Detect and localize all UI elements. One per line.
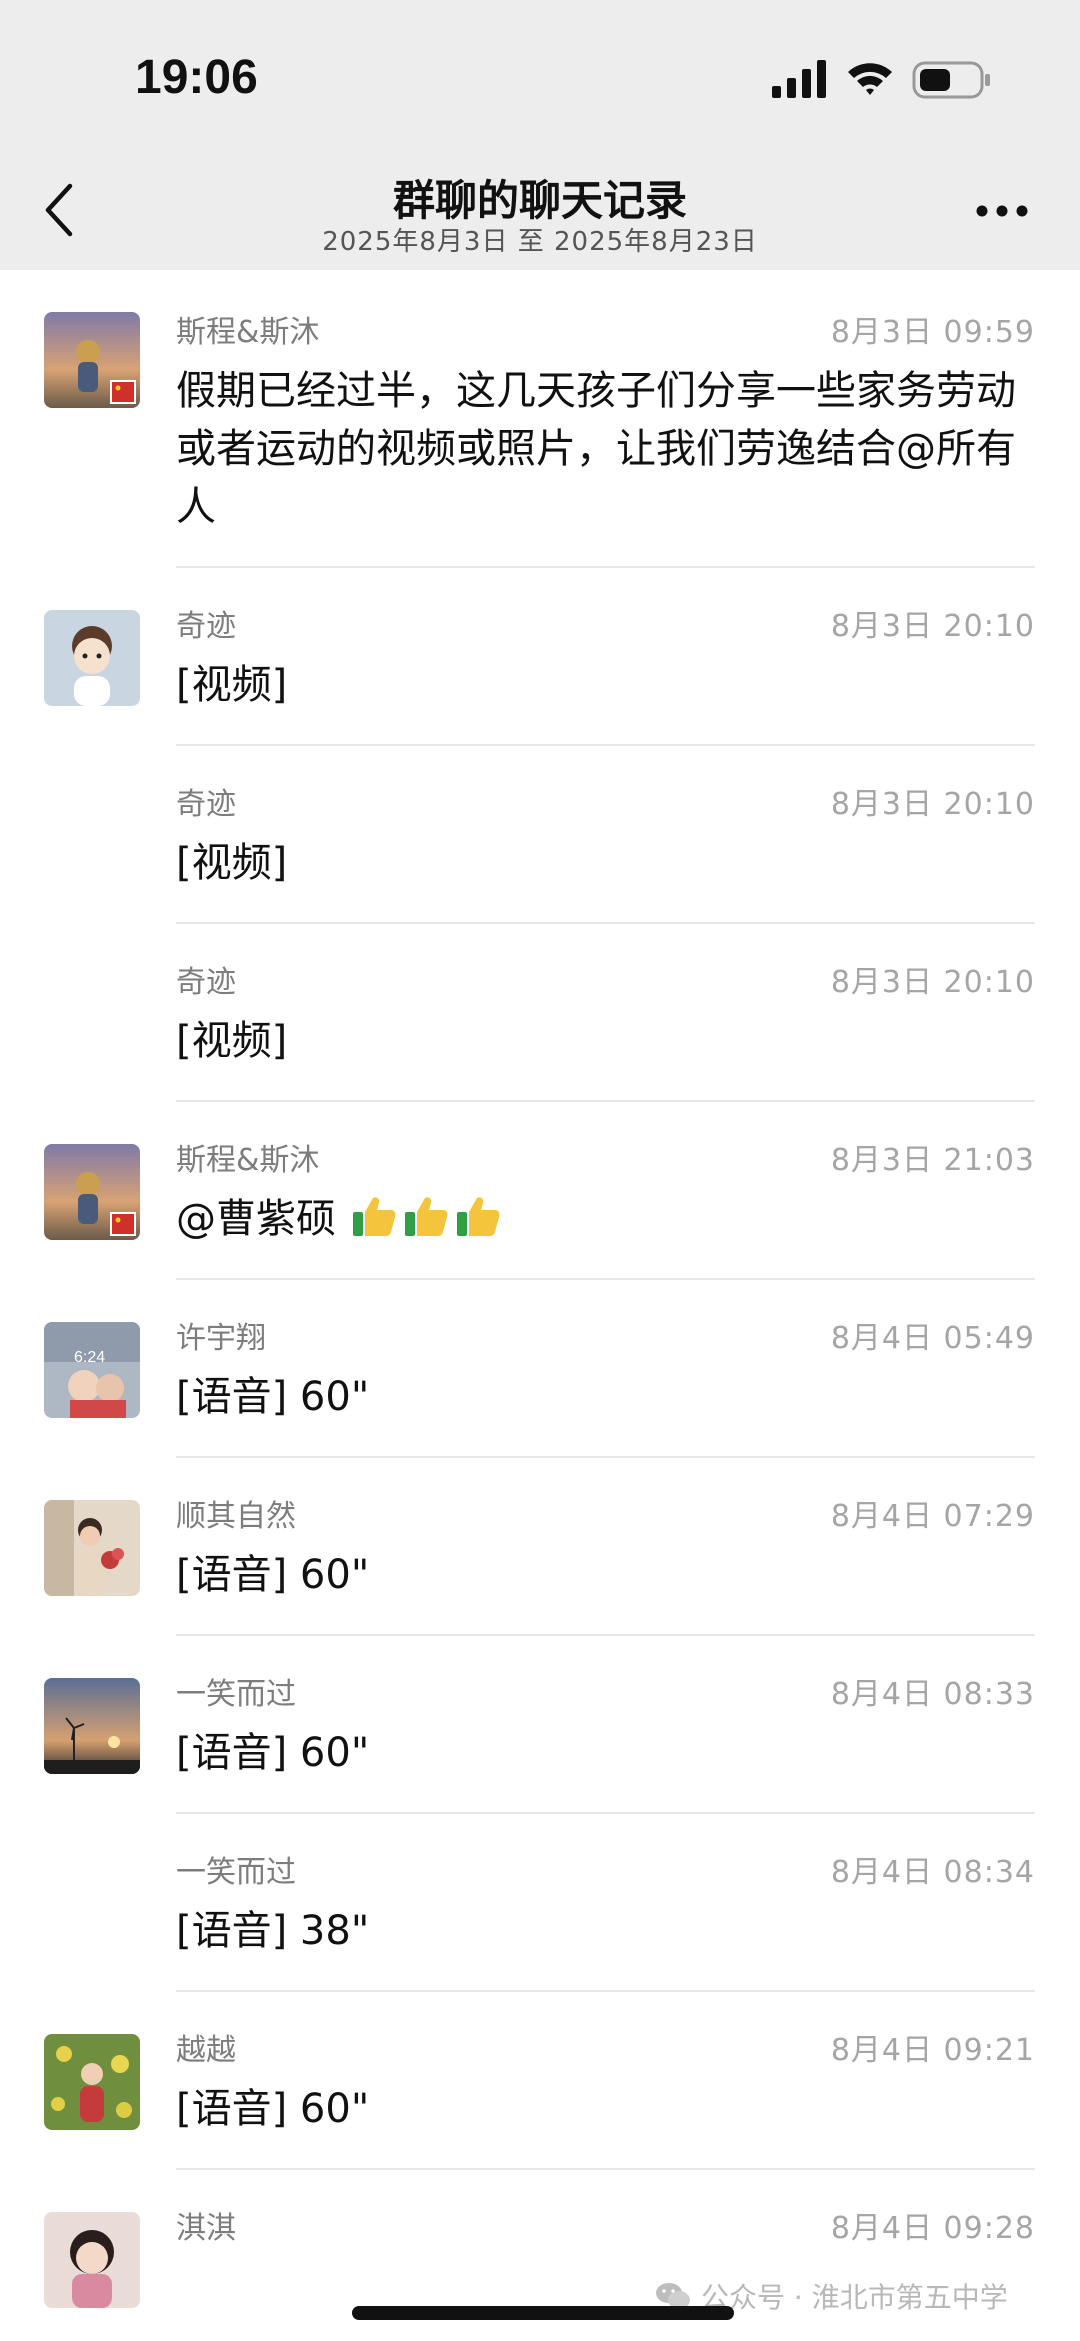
chat-record-item[interactable]: 淇淇 8月4日 09:28 (44, 2170, 1035, 2308)
message-content: @曹紫硕 (176, 1190, 1035, 1248)
sender-name: 许宇翔 (176, 1321, 266, 1356)
message-time: 8月4日 09:28 (830, 2211, 1035, 2246)
chat-record-item[interactable]: 斯程&斯沐 8月3日 21:03 @曹紫硕 (44, 1102, 1035, 1280)
message-time: 8月4日 08:33 (830, 1677, 1035, 1712)
message-content: 假期已经过半，这几天孩子们分享一些家务劳动或者运动的视频或照片，让我们劳逸结合@… (176, 368, 1016, 530)
sender-name: 奇迹 (176, 965, 236, 1000)
person-flowers-avatar[interactable] (44, 1500, 140, 1596)
status-time: 19:06 (135, 51, 258, 104)
page-title: 群聊的聊天记录 (392, 176, 687, 225)
windmill-sunset-avatar[interactable] (44, 1678, 140, 1774)
more-options-icon[interactable] (975, 203, 1029, 219)
message-content: [视频] (176, 662, 288, 708)
message-time: 8月4日 05:49 (830, 1321, 1035, 1356)
message-content: [语音] 38" (176, 1908, 370, 1954)
message-time: 8月3日 20:10 (830, 965, 1035, 1000)
message-time: 8月4日 09:21 (830, 2033, 1035, 2068)
sender-name: 顺其自然 (176, 1499, 296, 1534)
message-content: [语音] 60" (176, 1730, 370, 1776)
sender-name: 奇迹 (176, 787, 236, 822)
mention-text: @曹紫硕 (176, 1196, 336, 1242)
chat-record-item[interactable]: 越越 8月4日 09:21 [语音] 60" (44, 1992, 1035, 2170)
thumbs-up-icon (456, 1197, 500, 1236)
chat-record-item[interactable]: 奇迹 8月3日 20:10 [视频] (176, 746, 1035, 924)
chat-record-item[interactable]: 6:24 许宇翔 8月4日 05:49 [语音] 60" (44, 1280, 1035, 1458)
chat-record-item[interactable]: 一笑而过 8月4日 08:33 [语音] 60" (44, 1636, 1035, 1814)
date-range-subtitle: 2025年8月3日 至 2025年8月23日 (322, 227, 758, 257)
sender-name: 斯程&斯沐 (176, 1143, 320, 1178)
message-content: [视频] (176, 1018, 288, 1064)
message-time: 8月3日 20:10 (830, 609, 1035, 644)
cellular-signal-icon (772, 60, 826, 98)
battery-icon (912, 61, 990, 99)
flower-field-avatar[interactable] (44, 2034, 140, 2130)
chat-record-item[interactable]: 奇迹 8月3日 20:10 [视频] (44, 568, 1035, 746)
thumbs-up-icon (352, 1197, 396, 1236)
child-photo-avatar[interactable]: 6:24 (44, 1322, 140, 1418)
home-indicator[interactable] (352, 2306, 734, 2320)
message-content: [语音] 60" (176, 1552, 370, 1598)
sender-name: 奇迹 (176, 609, 236, 644)
cartoon-girl-avatar[interactable] (44, 610, 140, 706)
message-content: [视频] (176, 840, 288, 886)
sender-name: 一笑而过 (176, 1855, 296, 1890)
sender-name: 斯程&斯沐 (176, 315, 320, 350)
navigation-bar: 群聊的聊天记录 2025年8月3日 至 2025年8月23日 (0, 155, 1080, 270)
sunset-kid-avatar[interactable] (44, 312, 140, 408)
chat-record-item[interactable]: 一笑而过 8月4日 08:34 [语音] 38" (176, 1814, 1035, 1992)
status-bar: 19:06 (0, 0, 1080, 155)
message-time: 8月3日 20:10 (830, 787, 1035, 822)
message-time: 8月4日 07:29 (830, 1499, 1035, 1534)
message-time: 8月4日 08:34 (830, 1855, 1035, 1890)
wifi-icon (848, 63, 892, 95)
thumbs-up-icon (404, 1197, 448, 1236)
chat-record-item[interactable]: 斯程&斯沐 8月3日 09:59 假期已经过半，这几天孩子们分享一些家务劳动或者… (44, 270, 1035, 568)
message-content: [语音] 60" (176, 1374, 370, 1420)
message-content: [语音] 60" (176, 2086, 370, 2132)
message-time: 8月3日 09:59 (830, 315, 1035, 350)
chat-record-list: 斯程&斯沐 8月3日 09:59 假期已经过半，这几天孩子们分享一些家务劳动或者… (0, 270, 1080, 2308)
girl-avatar[interactable] (44, 2212, 140, 2308)
sunset-kid-avatar[interactable] (44, 1144, 140, 1240)
svg-text:6:24: 6:24 (74, 1349, 105, 1366)
chat-record-item[interactable]: 顺其自然 8月4日 07:29 [语音] 60" (44, 1458, 1035, 1636)
sender-name: 一笑而过 (176, 1677, 296, 1712)
watermark-text: 公众号 · 淮北市第五中学 (701, 2281, 1008, 2314)
chat-record-item[interactable]: 奇迹 8月3日 20:10 [视频] (176, 924, 1035, 1102)
sender-name: 越越 (176, 2033, 236, 2068)
sender-name: 淇淇 (176, 2211, 236, 2246)
message-time: 8月3日 21:03 (830, 1143, 1035, 1178)
